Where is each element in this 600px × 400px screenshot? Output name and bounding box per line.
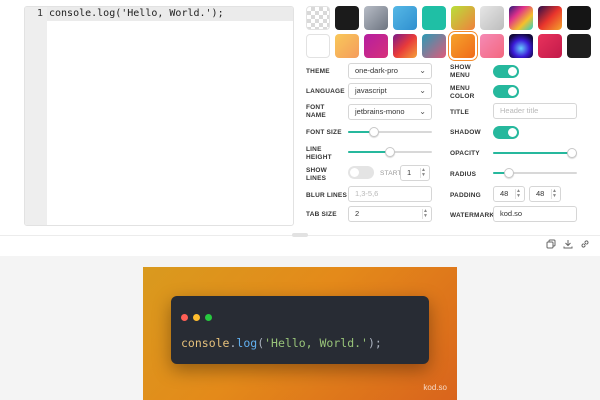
toggle-knob [508, 87, 517, 96]
font-name-value: jetbrains-mono [355, 107, 405, 116]
padding-label: PADDING [450, 192, 481, 199]
padding-x-value: 48 [500, 189, 509, 198]
tab-size-input[interactable]: 2 ▲ ▼ [348, 206, 432, 222]
window-maximize-dot [205, 314, 212, 321]
slider-thumb[interactable] [385, 147, 395, 157]
padding-y-value: 48 [536, 189, 545, 198]
code-token-close: ); [367, 336, 382, 350]
start-label: START [380, 170, 402, 177]
font-size-label: FONT SIZE [306, 129, 342, 136]
shadow-label: SHADOW [450, 129, 481, 136]
font-name-label: FONT NAME [306, 104, 326, 119]
show-lines-toggle[interactable] [348, 166, 374, 179]
show-menu-toggle[interactable] [493, 65, 519, 78]
preview-canvas: console.log('Hello, World.'); kod.so [143, 267, 457, 400]
toggle-knob [350, 168, 359, 177]
swatch-lime-orange[interactable] [451, 6, 475, 30]
theme-value: one-dark-pro [355, 66, 398, 75]
code-token-method: log [236, 336, 258, 350]
code-token-string: 'Hello, World.' [264, 336, 368, 350]
show-lines-label: SHOW LINES [306, 167, 328, 182]
preview-watermark: kod.so [423, 383, 447, 392]
code-token-object: console [181, 336, 230, 350]
stepper-icon[interactable]: ▲ ▼ [422, 209, 428, 219]
swatch-sky-blue[interactable] [393, 6, 417, 30]
tab-size-value: 2 [355, 209, 360, 218]
stepper-icon[interactable]: ▲ ▼ [551, 189, 557, 199]
code-editor[interactable]: 1 console.log('Hello, World.'); [24, 6, 294, 226]
swatch-rainbow[interactable] [509, 6, 533, 30]
swatch-teal[interactable] [422, 6, 446, 30]
swatch-black[interactable] [335, 6, 359, 30]
font-name-select[interactable]: jetbrains-mono ⌄ [348, 104, 432, 120]
language-value: javascript [355, 86, 387, 95]
menu-color-toggle[interactable] [493, 85, 519, 98]
start-line-input[interactable]: 1 ▲ ▼ [400, 165, 430, 181]
copy-icon[interactable] [545, 239, 557, 251]
chevron-down-icon: ⌄ [419, 66, 426, 75]
window-close-dot [181, 314, 188, 321]
toggle-knob [508, 67, 517, 76]
stepper-icon[interactable]: ▲ ▼ [420, 168, 426, 178]
stepper-icon[interactable]: ▲ ▼ [515, 189, 521, 199]
font-size-slider[interactable] [348, 127, 432, 137]
line-height-label: LINE HEIGHT [306, 146, 332, 161]
line-height-slider[interactable] [348, 147, 432, 157]
toggle-knob [508, 128, 517, 137]
swatch-pink[interactable] [480, 34, 504, 58]
padding-x-input[interactable]: 48 ▲ ▼ [493, 186, 525, 202]
title-label: TITLE [450, 109, 470, 116]
swatch-silver[interactable] [480, 6, 504, 30]
language-label: LANGUAGE [306, 88, 345, 95]
swatch-neon-blue[interactable] [509, 34, 533, 58]
slider-fill [493, 152, 572, 154]
swatch-white[interactable] [306, 34, 330, 58]
blur-lines-input[interactable]: 1,3-5,6 [348, 186, 432, 202]
blur-lines-label: BLUR LINES [306, 192, 347, 199]
chevron-down-icon: ⌄ [419, 86, 426, 95]
tab-size-label: TAB SIZE [306, 211, 337, 218]
menu-color-label: MENU COLOR [450, 85, 475, 100]
language-select[interactable]: javascript ⌄ [348, 83, 432, 99]
watermark-input[interactable]: kod.so [493, 206, 577, 222]
opacity-slider[interactable] [493, 148, 577, 158]
show-menu-label: SHOW MENU [450, 64, 472, 79]
code-window: console.log('Hello, World.'); [171, 296, 429, 364]
title-input[interactable]: Header title [493, 103, 577, 119]
swatch-crimson-orange[interactable] [393, 34, 417, 58]
line-gutter [25, 7, 47, 225]
window-minimize-dot [193, 314, 200, 321]
resize-handle[interactable] [292, 233, 308, 237]
slider-thumb[interactable] [567, 148, 577, 158]
swatch-gray-gradient[interactable] [364, 6, 388, 30]
swatch-dark[interactable] [567, 6, 591, 30]
app: 1 console.log('Hello, World.'); THEME on… [0, 0, 600, 400]
swatch-transparent[interactable] [306, 6, 330, 30]
watermark-label: WATERMARK [450, 212, 495, 219]
link-icon[interactable] [579, 239, 591, 251]
theme-select[interactable]: one-dark-pro ⌄ [348, 63, 432, 79]
swatch-teal-pink[interactable] [422, 34, 446, 58]
download-icon[interactable] [562, 239, 574, 251]
radius-label: RADIUS [450, 171, 477, 178]
slider-thumb[interactable] [369, 127, 379, 137]
shadow-toggle[interactable] [493, 126, 519, 139]
opacity-label: OPACITY [450, 150, 480, 157]
chevron-down-icon: ⌄ [419, 107, 426, 116]
slider-thumb[interactable] [504, 168, 514, 178]
code-text[interactable]: console.log('Hello, World.'); [49, 8, 224, 19]
swatch-dark-2[interactable] [567, 34, 591, 58]
start-line-value: 1 [407, 168, 412, 177]
radius-slider[interactable] [493, 168, 577, 178]
padding-y-input[interactable]: 48 ▲ ▼ [529, 186, 561, 202]
swatch-peach[interactable] [335, 34, 359, 58]
swatch-sunset-dark[interactable] [538, 6, 562, 30]
theme-label: THEME [306, 68, 330, 75]
preview-code: console.log('Hello, World.'); [181, 336, 382, 350]
line-number: 1 [36, 8, 43, 19]
swatch-magenta-purple[interactable] [364, 34, 388, 58]
swatch-raspberry[interactable] [538, 34, 562, 58]
swatch-orange[interactable] [451, 34, 475, 58]
slider-fill [348, 151, 390, 153]
